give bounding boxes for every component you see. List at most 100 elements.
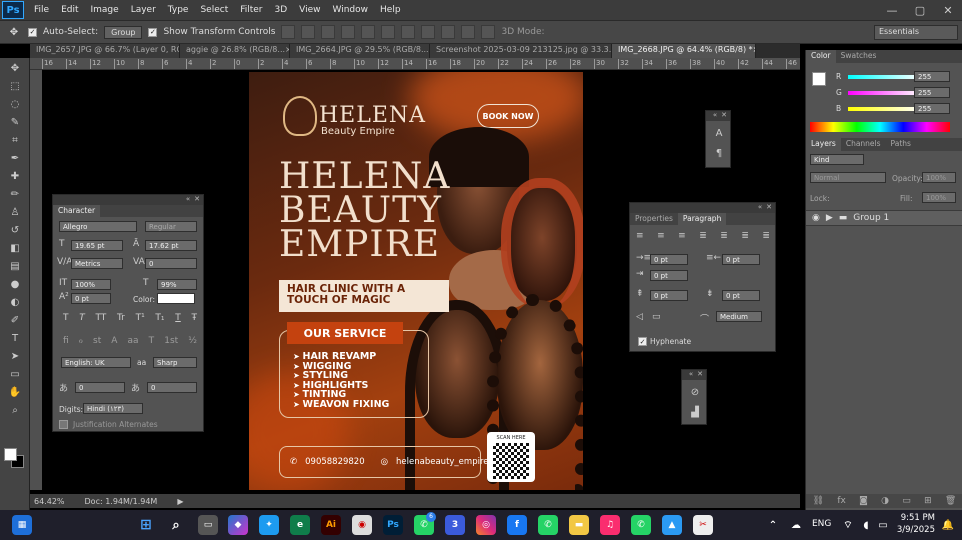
healing-tool-icon[interactable]: ✚ — [7, 168, 23, 184]
blend-mode-dropdown[interactable]: Normal — [810, 172, 886, 183]
start-icon[interactable]: ⊞ — [136, 515, 156, 535]
marquee-tool-icon[interactable]: ⬚ — [7, 78, 23, 94]
facebook-icon[interactable]: f — [507, 515, 527, 535]
distribute-bottom-icon[interactable] — [441, 25, 456, 39]
close-window-button[interactable]: ✕ — [934, 0, 962, 20]
menu-select[interactable]: Select — [194, 5, 234, 15]
histogram-icon[interactable]: ▟ — [687, 404, 703, 420]
document-tab-active[interactable]: IMG_2668.JPG @ 64.4% (RGB/8) *× — [612, 44, 756, 58]
instagram-taskbar-icon[interactable]: ◎ — [476, 515, 496, 535]
brush-tool-icon[interactable]: ✏ — [7, 186, 23, 202]
history-brush-icon[interactable]: ↺ — [7, 222, 23, 238]
baseline-shift-field[interactable]: 0 pt — [71, 293, 111, 304]
ordinals-icon[interactable]: 1st — [164, 336, 178, 346]
align-right-icon[interactable] — [381, 25, 396, 39]
pen-tool-icon[interactable]: ✐ — [7, 312, 23, 328]
composer-dropdown[interactable]: Medium — [716, 311, 762, 322]
expand-arrow-icon[interactable]: ▶ — [826, 213, 833, 223]
language-dropdown[interactable]: English: UK — [61, 357, 131, 368]
faux-italic-icon[interactable]: T — [79, 313, 85, 323]
ligature-icon[interactable]: fi — [63, 336, 69, 346]
tab-paragraph[interactable]: Paragraph — [677, 213, 727, 225]
add-mask-icon[interactable]: ◙ — [859, 496, 868, 506]
search-icon[interactable]: ⌕ — [166, 515, 186, 535]
move-tool-preset-icon[interactable]: ✥ — [6, 24, 22, 40]
tab-character[interactable]: Character — [53, 205, 101, 217]
hand-tool-icon[interactable]: ✋ — [7, 384, 23, 400]
blue-slider[interactable] — [848, 107, 920, 111]
font-family-dropdown[interactable]: Allegro — [59, 221, 137, 232]
tracking-field[interactable]: 0 — [145, 258, 197, 269]
gradient-tool-icon[interactable]: ▤ — [7, 258, 23, 274]
menu-edit[interactable]: Edit — [55, 5, 84, 15]
titling-alt-icon[interactable]: T — [149, 336, 155, 346]
red-field[interactable]: 255 — [914, 71, 950, 82]
eyedropper-tool-icon[interactable]: ✒ — [7, 150, 23, 166]
indent-right-field[interactable]: 0 pt — [722, 254, 760, 265]
hyphenate-checkbox[interactable]: ✓ — [638, 337, 647, 346]
faux-bold-icon[interactable]: T — [63, 313, 69, 323]
align-hcenter-icon[interactable] — [361, 25, 376, 39]
close-tab-icon[interactable]: × — [753, 45, 755, 57]
align-center-text-icon[interactable]: ≡ — [657, 231, 665, 241]
dodge-tool-icon[interactable]: ◐ — [7, 294, 23, 310]
tab-properties[interactable]: Properties — [630, 213, 678, 225]
document-tab[interactable]: aggie @ 26.8% (RGB/8...× — [180, 44, 290, 58]
strikethrough-icon[interactable]: Ŧ — [191, 313, 197, 323]
document-tab[interactable]: IMG_2657.JPG @ 66.7% (Layer 0, RGB/...× — [30, 44, 180, 58]
opacity-field[interactable]: 100% — [922, 172, 956, 183]
text-color-swatch[interactable] — [157, 293, 195, 304]
kinsoku-icon[interactable]: ◁ — [636, 312, 643, 322]
copilot-icon[interactable]: ◆ — [228, 515, 248, 535]
horizontal-ruler[interactable]: 16 14 12 10 8 6 4 2 0 2 4 6 8 10 12 14 16 18 20 22 24 26 28 30 3… — [30, 58, 800, 70]
collapse-icon[interactable]: « — [689, 370, 693, 380]
document-tab[interactable]: IMG_2664.JPG @ 29.5% (RGB/8...× — [290, 44, 430, 58]
color-ramp[interactable] — [810, 122, 950, 132]
font-style-dropdown[interactable]: Regular — [145, 221, 197, 232]
quick-select-tool-icon[interactable]: ✎ — [7, 114, 23, 130]
blue-field[interactable]: 255 — [914, 103, 950, 114]
stylistic-alt-icon[interactable]: aa — [128, 336, 139, 346]
app-badge-icon[interactable]: 3 — [445, 515, 465, 535]
photoshop-taskbar-icon[interactable]: Ps — [383, 515, 403, 535]
tab-swatches[interactable]: Swatches — [836, 50, 882, 63]
fractions-icon[interactable]: ½ — [188, 336, 197, 346]
edge-icon[interactable]: e — [290, 515, 310, 535]
menu-view[interactable]: View — [293, 5, 326, 15]
file-explorer-icon[interactable]: ▬ — [569, 515, 589, 535]
close-icon[interactable]: ✕ — [194, 195, 200, 205]
clock-time[interactable]: 9:51 PM — [897, 513, 935, 523]
notifications-bell-icon[interactable]: 🔔 — [938, 515, 958, 535]
new-group-icon[interactable]: ▭ — [902, 496, 911, 506]
kerning-field[interactable]: Metrics — [71, 258, 123, 269]
phone-link-icon[interactable]: ✆ — [538, 515, 558, 535]
collapse-icon[interactable]: « — [758, 203, 762, 213]
workspace-dropdown[interactable]: Essentials — [874, 25, 958, 40]
contextual-alt-icon[interactable]: ℴ — [79, 336, 83, 346]
close-icon[interactable]: ✕ — [721, 111, 727, 121]
wifi-icon[interactable]: ⌔ — [838, 515, 858, 535]
red-slider[interactable] — [848, 75, 920, 79]
adjustment-layer-icon[interactable]: ◑ — [881, 496, 889, 506]
justify-all-icon[interactable]: ≣ — [762, 231, 770, 241]
discretionary-ligature-icon[interactable]: st — [93, 336, 101, 346]
horizontal-scale-field[interactable]: 99% — [157, 279, 197, 290]
font-size-field[interactable]: 19.65 pt — [71, 240, 123, 251]
align-top-icon[interactable] — [281, 25, 296, 39]
close-icon[interactable]: ✕ — [697, 370, 703, 380]
color-fg-swatch[interactable] — [812, 72, 826, 86]
first-line-indent-field[interactable]: 0 pt — [650, 270, 688, 281]
menu-3d[interactable]: 3D — [269, 5, 294, 15]
shape-tool-icon[interactable]: ▭ — [7, 366, 23, 382]
distribute-center-icon[interactable] — [421, 25, 436, 39]
navigator-icon[interactable]: ⊘ — [687, 384, 703, 400]
paragraph-styles-icon[interactable]: ¶ — [711, 145, 727, 161]
indent-left-field[interactable]: 0 pt — [650, 254, 688, 265]
distribute-left-icon[interactable] — [461, 25, 476, 39]
move-tool-icon[interactable]: ✥ — [7, 60, 23, 76]
music-icon[interactable]: ♫ — [600, 515, 620, 535]
tsume-field[interactable]: 0 — [75, 382, 125, 393]
justification-alternates-checkbox[interactable] — [59, 420, 68, 429]
mojikumi-icon[interactable]: ▭ — [652, 312, 661, 322]
collapse-icon[interactable]: « — [713, 111, 717, 121]
